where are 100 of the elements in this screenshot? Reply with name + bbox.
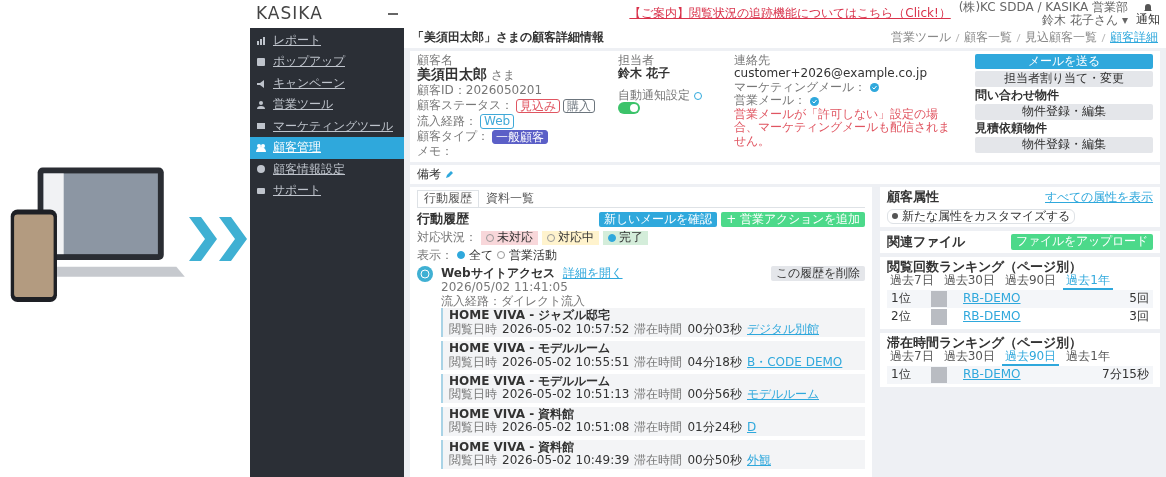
double-chevron-icon	[189, 216, 249, 261]
filter-label: 対応状況：	[417, 231, 477, 245]
duration-label: 滞在時間	[634, 388, 683, 402]
tab[interactable]: 過去30日	[940, 274, 998, 290]
duration-label: 滞在時間	[634, 355, 683, 369]
filter-label: 表示：	[417, 248, 453, 262]
section-title: 行動履歴	[417, 212, 469, 227]
sidebar-item[interactable]: サポート	[250, 180, 404, 202]
breadcrumb-link[interactable]: 見込顧客一覧	[1025, 31, 1097, 45]
tab[interactable]: 過去90日	[1001, 274, 1060, 290]
time-label: 閲覧日時	[449, 454, 497, 468]
notifications-label[interactable]: 通知	[1136, 13, 1160, 25]
status-tag: 一般顧客	[492, 129, 548, 145]
sidebar-item[interactable]: ポップアップ	[250, 51, 404, 73]
sidebar-item[interactable]: レポート	[250, 30, 404, 52]
action-button[interactable]: 担当者割り当て・変更	[975, 71, 1153, 87]
duration-label: 滞在時間	[634, 421, 683, 435]
rank-text: 1位	[891, 291, 912, 306]
note-label: 備考	[417, 167, 441, 182]
field-label: メモ：	[417, 145, 453, 159]
toggle-switch[interactable]	[618, 102, 640, 115]
section-title: 関連ファイル	[887, 234, 965, 250]
visit-title: HOME VIVA - 資料館	[449, 407, 576, 421]
action-button[interactable]: 物件登録・編集	[975, 137, 1153, 153]
tab[interactable]: 過去7日	[887, 274, 937, 290]
logo-text[interactable]: KASIKA	[256, 4, 380, 24]
honorific-text: さま	[491, 68, 515, 83]
tab[interactable]: 過去30日	[940, 350, 998, 366]
section-label: 問い合わせ物件	[975, 88, 1060, 103]
field-label: 流入経路：	[417, 114, 477, 129]
sidebar-item[interactable]: 営業ツール	[250, 94, 404, 116]
notice-link[interactable]: 【ご案内】閲覧状況の追跡機能についてはこちら（Click!）	[629, 7, 951, 21]
entry-title: Webサイトアクセス	[441, 266, 555, 281]
sidebar-item[interactable]: キャンペーン	[250, 72, 404, 95]
ranking-value: 3回	[1129, 309, 1149, 324]
customize-chip[interactable]: 新たな属性をカスタマイズする	[887, 208, 1075, 225]
visit-time: 2026-05-02 10:51:13	[502, 388, 630, 402]
breadcrumb-link[interactable]: 顧客一覧	[964, 31, 1012, 45]
duration-label: 滞在時間	[634, 322, 683, 337]
tab[interactable]: 資料一覧	[479, 190, 541, 207]
ranking-value: 7分15秒	[1102, 367, 1149, 382]
tab[interactable]: 過去7日	[887, 350, 937, 366]
field-label: 顧客ID：2026050201	[417, 84, 543, 98]
field-label: 顧客タイプ：	[417, 130, 489, 144]
rank-text: 2位	[891, 309, 912, 324]
thumbnail-placeholder	[931, 290, 947, 307]
sidebar-item[interactable]: マーケティングツール	[250, 115, 404, 138]
status-tag: Web	[480, 114, 515, 129]
section-title: 閲覧回数ランキング（ページ別）	[887, 259, 1082, 275]
field-label: 営業メール：	[734, 94, 806, 108]
thumbnail-placeholder	[931, 366, 947, 383]
time-label: 閲覧日時	[449, 355, 497, 369]
menu-toggle-icon[interactable]	[388, 12, 398, 16]
entry-source: 流入経路：ダイレクト流入	[441, 294, 586, 309]
field-label: 顧客名	[417, 54, 454, 67]
action-button[interactable]: 物件登録・編集	[975, 104, 1153, 120]
user-menu[interactable]: 鈴木 花子さん ▾	[1042, 14, 1128, 28]
tab[interactable]: 過去1年	[1063, 350, 1113, 366]
visit-duration: 00分03秒	[687, 322, 742, 337]
visit-duration: 01分24秒	[687, 421, 742, 435]
breadcrumb-link[interactable]: 営業ツール	[891, 31, 951, 45]
menu-icon	[256, 121, 266, 132]
section-title: 顧客属性	[887, 190, 939, 205]
field-label: 担当者	[618, 54, 655, 67]
thumbnail-placeholder	[931, 308, 947, 325]
field-label: 自動通知設定	[618, 88, 690, 103]
duration-label: 滞在時間	[634, 454, 683, 468]
entry-time: 2026/05/02 11:41:05	[441, 281, 569, 295]
visit-time: 2026-05-02 10:49:39	[502, 454, 630, 468]
menu-icon	[256, 78, 266, 89]
visit-title: HOME VIVA - ジャズル邸宅	[449, 309, 612, 323]
status-filter-option[interactable]: 未対応	[481, 231, 538, 245]
help-icon	[694, 91, 702, 100]
menu-icon	[256, 100, 266, 111]
rank-text: 1位	[891, 367, 912, 382]
menu-icon	[256, 164, 266, 175]
delete-button[interactable]: この履歴を削除	[771, 265, 865, 282]
dot-icon	[892, 213, 898, 220]
field-label: 顧客ステータス：	[417, 99, 513, 113]
company-name: (株)KC SDDA / KASIKA 営業部	[958, 0, 1128, 14]
status-tag: 購入	[563, 98, 595, 114]
status-filter-option[interactable]: 完了	[603, 231, 648, 245]
time-label: 閲覧日時	[449, 388, 497, 402]
menu-icon	[256, 57, 266, 68]
menu-icon	[256, 142, 266, 153]
status-filter-option[interactable]: 対応中	[542, 231, 599, 245]
status-tag: 見込み	[516, 98, 560, 114]
display-filter-option[interactable]: 全て	[457, 248, 493, 262]
field-label: 連絡先	[734, 54, 771, 67]
display-filter-option[interactable]: 営業活動	[497, 248, 557, 262]
visit-time: 2026-05-02 10:51:08	[502, 421, 630, 435]
visit-time: 2026-05-02 10:55:51	[502, 355, 630, 369]
sidebar-item[interactable]: 顧客情報設定	[250, 158, 404, 181]
breadcrumb-separator-icon	[1101, 33, 1106, 43]
visit-title: HOME VIVA - モデルルーム	[449, 342, 612, 356]
pencil-icon	[445, 170, 454, 179]
time-label: 閲覧日時	[449, 322, 497, 337]
tab[interactable]: 行動履歴	[417, 190, 479, 207]
visit-time: 2026-05-02 10:57:52	[502, 322, 630, 337]
visit-duration: 00分50秒	[687, 454, 742, 468]
